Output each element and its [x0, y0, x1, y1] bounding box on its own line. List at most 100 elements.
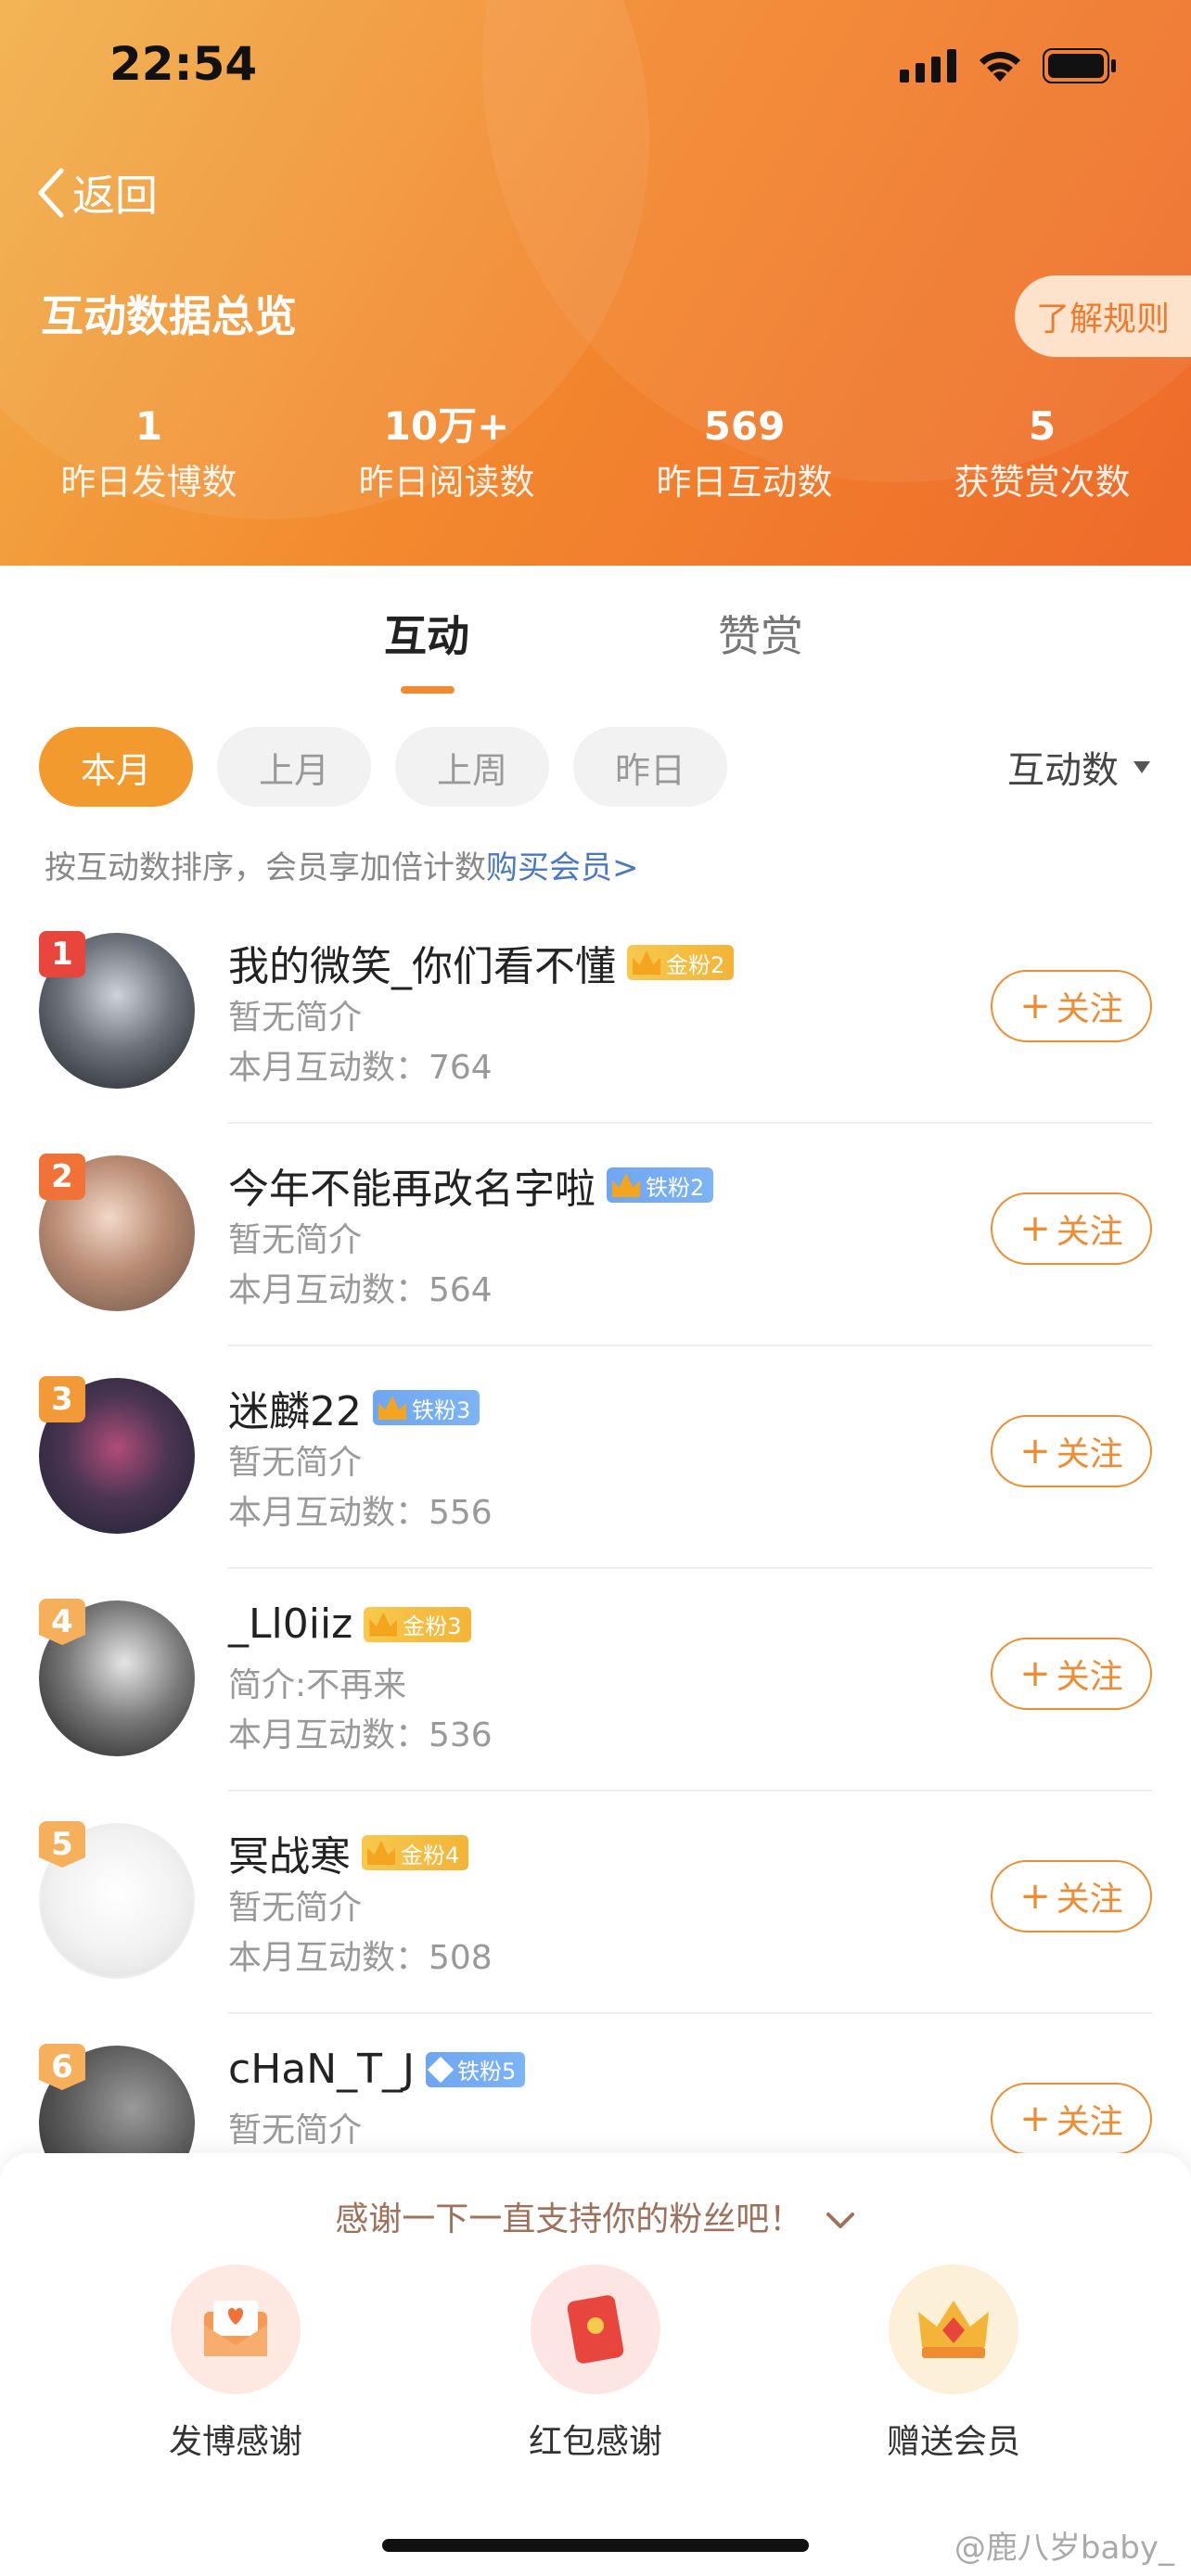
fan-bio: 暂无简介: [228, 1444, 363, 1482]
crown-icon: [633, 950, 660, 975]
list-item[interactable]: 5 冥战寒 金粉4 暂无简介 本月互动数：508 + 关注: [0, 1817, 1191, 2040]
rank-badge: 1: [39, 931, 85, 977]
sort-hint: 按互动数排序，会员享加倍计数购买会员>: [45, 842, 639, 887]
fan-bio: 暂无简介: [228, 999, 363, 1037]
thanks-toggle[interactable]: 感谢一下一直支持你的粉丝吧！: [0, 2192, 1191, 2240]
fan-name[interactable]: cHaN_T_J: [228, 2046, 415, 2093]
diamond-icon: [427, 2056, 455, 2083]
follow-button[interactable]: + 关注: [991, 2083, 1152, 2155]
filter-last-month[interactable]: 上月: [217, 727, 371, 807]
rules-button[interactable]: 了解规则: [1015, 275, 1191, 357]
badge-label: 金粉4: [401, 1842, 460, 1868]
follow-button[interactable]: + 关注: [991, 1192, 1152, 1265]
plus-icon: +: [1019, 1207, 1051, 1250]
stat-label: 昨日互动数: [656, 462, 833, 503]
divider: [228, 1567, 1152, 1569]
chevron-down-icon: [826, 2213, 854, 2228]
plus-icon: +: [1019, 985, 1051, 1027]
filter-this-month[interactable]: 本月: [39, 727, 193, 807]
fan-level-badge: 铁粉5: [426, 2051, 526, 2087]
back-button[interactable]: 返回: [35, 162, 158, 223]
stat-value: 1: [134, 403, 163, 449]
tab-indicator: [401, 686, 455, 694]
list-item[interactable]: 3 迷麟22 铁粉3 暂无简介 本月互动数：556 + 关注: [0, 1372, 1191, 1595]
signal-icon: [900, 49, 956, 83]
badge-label: 金粉3: [403, 1613, 462, 1639]
divider: [228, 1790, 1152, 1792]
caret-down-icon: [1133, 760, 1150, 773]
home-indicator[interactable]: [382, 2539, 809, 2552]
follow-label: 关注: [1056, 990, 1123, 1028]
stat-label: 昨日发博数: [60, 462, 237, 503]
name-line: 今年不能再改名字啦 铁粉2: [228, 1155, 714, 1215]
fan-level-badge: 金粉2: [627, 945, 735, 980]
gift-membership-button[interactable]: 赠送会员: [833, 2264, 1074, 2463]
sort-dropdown[interactable]: 互动数: [1007, 740, 1150, 794]
stat-label: 昨日阅读数: [358, 462, 535, 503]
follow-label: 关注: [1056, 1213, 1123, 1251]
interaction-count: 本月互动数：556: [228, 1494, 493, 1532]
interaction-count: 本月互动数：508: [228, 1939, 493, 1977]
filter-yesterday[interactable]: 昨日: [573, 727, 727, 807]
chevron-left-icon: [38, 168, 64, 218]
filter-last-week[interactable]: 上周: [395, 727, 549, 807]
action-label: 赠送会员: [886, 2423, 1020, 2461]
badge-label: 铁粉2: [646, 1174, 705, 1201]
list-item[interactable]: 1 我的微笑_你们看不懂 金粉2 暂无简介 本月互动数：764 + 关注: [0, 927, 1191, 1150]
stats-row: 1 昨日发博数 10万+ 昨日阅读数 569 昨日互动数 5 获赞赏次数: [0, 399, 1191, 510]
action-label: 发博感谢: [168, 2423, 302, 2461]
thanks-text: 感谢一下一直支持你的粉丝吧！: [335, 2200, 803, 2238]
follow-label: 关注: [1056, 1881, 1123, 1919]
fan-name[interactable]: 今年不能再改名字啦: [228, 1155, 596, 1215]
stat-value: 569: [703, 403, 786, 449]
red-envelope-icon: [531, 2264, 660, 2394]
name-line: _Ll0iiz 金粉3: [228, 1600, 471, 1648]
tab-interaction[interactable]: 互动: [384, 603, 469, 664]
buy-membership-link[interactable]: 购买会员>: [486, 849, 639, 886]
tab-reward[interactable]: 赞赏: [718, 603, 803, 664]
interaction-count: 本月互动数：764: [228, 1049, 493, 1087]
plus-icon: +: [1019, 1430, 1051, 1473]
crown-icon: [369, 1612, 398, 1637]
name-line: 迷麟22 铁粉3: [228, 1378, 480, 1437]
rank-badge: 2: [39, 1154, 85, 1200]
envelope-heart-icon: [171, 2264, 301, 2394]
header-banner: 22:54 返回 互动数据总览 了解规则 1 昨日发博数 10万+ 昨日阅读数 …: [0, 0, 1191, 566]
post-thanks-button[interactable]: 发博感谢: [115, 2264, 356, 2463]
thanks-panel: 感谢一下一直支持你的粉丝吧！ 发博感谢 红包感谢 赠送会员: [0, 2153, 1191, 2576]
list-item[interactable]: 2 今年不能再改名字啦 铁粉2 暂无简介 本月互动数：564 + 关注: [0, 1150, 1191, 1372]
stat-posts: 1 昨日发博数: [0, 399, 298, 510]
stat-reads: 10万+ 昨日阅读数: [298, 399, 596, 510]
fan-bio: 暂无简介: [228, 2111, 363, 2149]
interaction-count: 本月互动数：564: [228, 1271, 493, 1309]
fan-name[interactable]: 冥战寒: [228, 1823, 351, 1882]
battery-icon: [1043, 48, 1116, 83]
plus-icon: +: [1019, 1652, 1051, 1695]
status-time: 22:54: [109, 37, 258, 91]
rank-badge: 3: [39, 1376, 85, 1422]
stat-value: 5: [1028, 403, 1057, 449]
name-line: 我的微笑_你们看不懂 金粉2: [228, 933, 735, 992]
divider: [228, 2012, 1152, 2014]
red-packet-thanks-button[interactable]: 红包感谢: [475, 2264, 716, 2463]
fan-level-badge: 金粉4: [362, 1835, 469, 1870]
fan-name[interactable]: 我的微笑_你们看不懂: [228, 933, 616, 992]
fan-name[interactable]: _Ll0iiz: [228, 1600, 352, 1648]
fan-bio: 暂无简介: [228, 1221, 363, 1259]
fan-name[interactable]: 迷麟22: [228, 1378, 362, 1437]
follow-button[interactable]: + 关注: [991, 1860, 1152, 1932]
crown-gift-icon: [889, 2264, 1018, 2394]
follow-label: 关注: [1056, 1435, 1123, 1473]
list-item[interactable]: 4 _Ll0iiz 金粉3 简介:不再来 本月互动数：536 + 关注: [0, 1595, 1191, 1817]
status-icons: [900, 48, 1117, 83]
stat-rewards: 5 获赞赏次数: [893, 399, 1191, 510]
watermark: @鹿八岁baby_: [954, 2530, 1174, 2567]
plus-icon: +: [1019, 1875, 1051, 1918]
divider: [228, 1345, 1152, 1346]
badge-label: 金粉2: [666, 951, 725, 978]
follow-button[interactable]: + 关注: [991, 970, 1152, 1042]
stat-value: 10万+: [383, 403, 510, 449]
follow-button[interactable]: + 关注: [991, 1638, 1152, 1710]
follow-button[interactable]: + 关注: [991, 1415, 1152, 1487]
stat-label: 获赞赏次数: [954, 462, 1131, 503]
